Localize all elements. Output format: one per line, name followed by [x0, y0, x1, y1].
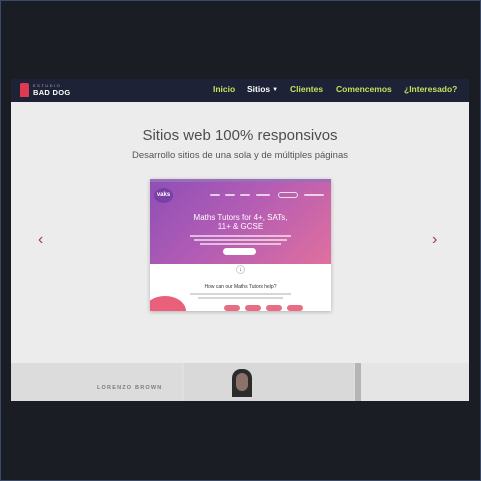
- slide-pill: [245, 305, 261, 311]
- mini-nav-button: [278, 192, 298, 198]
- site-logo[interactable]: ESTUDIO BAD DOG: [20, 82, 84, 99]
- mini-nav-link: [256, 194, 270, 196]
- mini-nav-link: [225, 194, 235, 196]
- slide-headline: Maths Tutors for 4+, SATs, 11+ & GCSE: [150, 213, 331, 231]
- slide-decoration: [150, 296, 186, 311]
- mini-nav-link: [240, 194, 250, 196]
- download-icon: ↓: [236, 265, 245, 274]
- navbar: ESTUDIO BAD DOG Inicio Sitios ▼ Clientes …: [11, 79, 469, 102]
- slide-text-line: [190, 293, 291, 295]
- carousel-prev-icon[interactable]: ‹: [38, 231, 43, 249]
- slide-cta-button: [223, 248, 256, 255]
- person-face: [236, 373, 248, 391]
- portfolio-thumb-3[interactable]: [355, 363, 469, 401]
- portfolio-name-text: LORENZO BROWN: [97, 385, 163, 391]
- nav-item-sitios-label: Sitios: [247, 84, 271, 94]
- website-screenshot: ESTUDIO BAD DOG Inicio Sitios ▼ Clientes …: [11, 79, 469, 401]
- mini-phone-text: [304, 194, 324, 196]
- slide-pill: [287, 305, 303, 311]
- slide-question: How can our Maths Tutors help?: [204, 284, 277, 290]
- slide-pill: [266, 305, 282, 311]
- nav-item-clientes[interactable]: Clientes: [290, 84, 323, 94]
- carousel-next-icon[interactable]: ›: [432, 231, 437, 249]
- portfolio-thumb-1[interactable]: LORENZO BROWN: [11, 363, 182, 401]
- nav-item-inicio[interactable]: Inicio: [213, 84, 235, 94]
- slide-headline-line1: Maths Tutors for 4+, SATs,: [193, 213, 288, 222]
- slide-text-line: [190, 235, 291, 237]
- section-title: Sitios web 100% responsivos: [142, 127, 338, 144]
- slide-headline-line2: 11+ & GCSE: [217, 222, 264, 231]
- slide-text-line: [198, 297, 283, 299]
- carousel-slide[interactable]: vaks Maths Tutors for 4+, SATs, 11+ & GC…: [150, 179, 331, 311]
- slide-logo: vaks: [154, 188, 173, 203]
- nav-item-sitios[interactable]: Sitios ▼: [247, 84, 278, 94]
- slide-text-line: [194, 239, 287, 241]
- slide-pill: [224, 305, 240, 311]
- section-subtitle: Desarrollo sitios de una sola y de múlti…: [132, 150, 348, 161]
- slide-text-line: [200, 243, 281, 245]
- thumb-edge: [355, 363, 361, 401]
- chevron-down-icon: ▼: [272, 87, 279, 93]
- logo-title: BAD DOG: [33, 88, 71, 97]
- dog-logo-icon: [20, 83, 29, 97]
- nav-item-comencemos[interactable]: Comencemos: [336, 84, 392, 94]
- slide-hero-banner: vaks Maths Tutors for 4+, SATs, 11+ & GC…: [150, 182, 331, 264]
- mini-nav-link: [210, 194, 220, 196]
- portfolio-strip: LORENZO BROWN: [11, 363, 469, 401]
- portfolio-thumb-2[interactable]: [184, 363, 354, 401]
- nav-item-interesado[interactable]: ¿Interesado?: [404, 84, 457, 94]
